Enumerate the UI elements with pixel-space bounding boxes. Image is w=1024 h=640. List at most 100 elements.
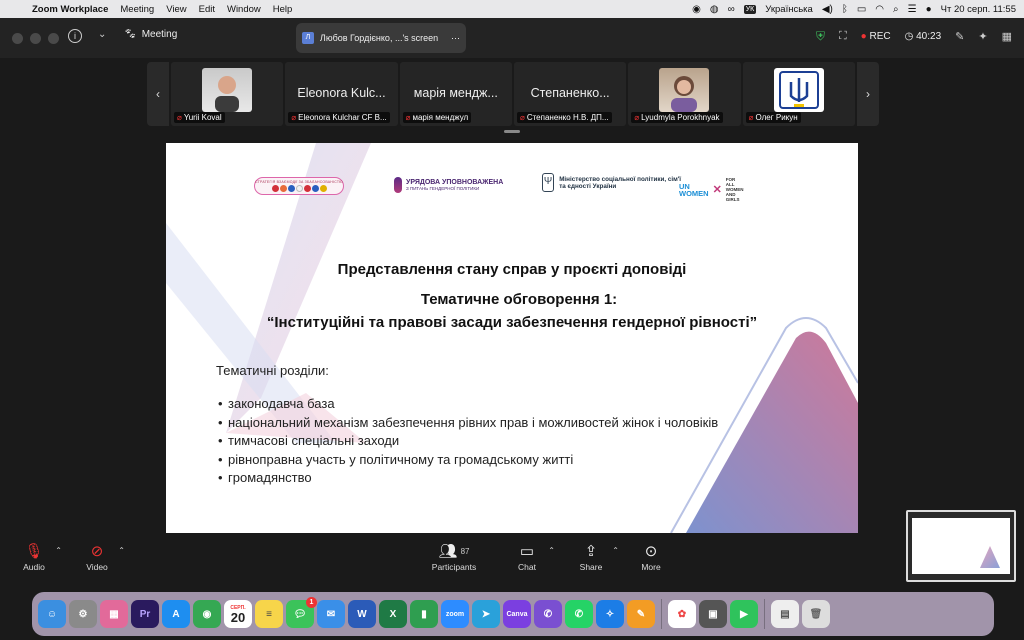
list-item: рівноправна участь у політичному та гром… (228, 451, 718, 470)
window-controls (12, 33, 59, 44)
numbers-icon[interactable]: ▮ (410, 600, 438, 628)
menu-app-name[interactable]: Zoom Workplace (26, 4, 114, 15)
control-center-icon[interactable]: ☰ (908, 4, 917, 15)
mail-icon[interactable]: ✉ (317, 600, 345, 628)
share-button[interactable]: ⇪ Share ⌃ (561, 542, 621, 572)
menu-edit[interactable]: Edit (193, 4, 221, 15)
fullscreen-window-button[interactable] (48, 33, 59, 44)
chevron-right-icon: › (866, 87, 870, 101)
finder-icon[interactable]: ☺ (38, 600, 66, 628)
participant-tile[interactable]: ⌀ Олег Рикун (742, 62, 855, 126)
chevron-up-icon[interactable]: ⌃ (548, 546, 555, 555)
sections-list: законодавча база національний механізм з… (228, 395, 718, 488)
video-button[interactable]: ⊘ Video ⌃ (67, 542, 127, 572)
whatsapp-icon[interactable]: ✆ (565, 600, 593, 628)
list-item: національний механізм забезпечення рівни… (228, 414, 718, 433)
clock[interactable]: Чт 20 серп. 11:55 (941, 4, 1016, 15)
meeting-menu[interactable]: 🐾︎ Meeting (124, 29, 177, 40)
minimize-window-button[interactable] (30, 33, 41, 44)
menu-bar: Zoom Workplace Meeting View Edit Window … (0, 0, 1024, 18)
pages-icon[interactable]: ✎ (627, 600, 655, 628)
participant-name: марія менджул (412, 113, 469, 122)
downloads-folder-icon[interactable]: ▤ (771, 600, 799, 628)
app-store-icon[interactable]: A (162, 600, 190, 628)
chrome-icon[interactable]: ◉ (193, 600, 221, 628)
calendar-icon[interactable]: СЕРП. 20 (224, 600, 252, 628)
viber-icon[interactable]: ✆ (534, 600, 562, 628)
facetime-icon[interactable]: ▶ (730, 600, 758, 628)
preview-icon[interactable]: ▣ (699, 600, 727, 628)
chevron-down-icon[interactable]: ⌄ (98, 29, 106, 40)
participant-name: Eleonora Kulchar CF B... (298, 113, 387, 122)
screen-share-tab[interactable]: Л Любов Гордієнко, ...'s screen ⋯ (296, 23, 466, 53)
notes-icon[interactable]: ≡ (255, 600, 283, 628)
strategy-flags-logo: СТРАТЕГІЯ ВЗАЄМОДІЇ ЗА ЗБАЛАНСОВАНІСТЮ (254, 177, 344, 195)
shared-screen-slide: СТРАТЕГІЯ ВЗАЄМОДІЇ ЗА ЗБАЛАНСОВАНІСТЮ У… (166, 143, 858, 533)
messages-badge: 1 (306, 597, 317, 608)
audio-button[interactable]: 🎙︎ Audio ⌃ (4, 542, 64, 572)
close-window-button[interactable] (12, 33, 23, 44)
menu-help[interactable]: Help (267, 4, 299, 15)
system-settings-icon[interactable]: ⚙ (69, 600, 97, 628)
muted-mic-icon: ⌀ (177, 113, 182, 122)
menu-view[interactable]: View (160, 4, 192, 15)
strip-prev-button[interactable]: ‹ (147, 62, 169, 126)
bluetooth-icon[interactable]: ᛒ (842, 4, 848, 15)
ai-companion-icon[interactable]: ✦ (978, 30, 987, 43)
keyboard-layout-label[interactable]: Українська (765, 4, 813, 15)
volume-icon[interactable]: ◀︎) (822, 4, 833, 15)
word-icon[interactable]: W (348, 600, 376, 628)
trash-icon[interactable]: 🗑︎ (802, 600, 830, 628)
menu-window[interactable]: Window (221, 4, 267, 15)
annotate-pen-icon[interactable]: ✎ (955, 30, 964, 43)
timer-value: 40:23 (916, 31, 942, 42)
telegram-icon[interactable]: ➤ (472, 600, 500, 628)
encryption-shield-icon[interactable]: ⛨ (816, 29, 825, 44)
canva-icon[interactable]: Canva (503, 600, 531, 628)
recording-indicator[interactable]: ● REC (861, 31, 891, 42)
participant-tile[interactable]: Eleonora Kulc... ⌀ Eleonora Kulchar CF B.… (285, 62, 398, 126)
chevron-up-icon[interactable]: ⌃ (612, 546, 619, 555)
excel-icon[interactable]: X (379, 600, 407, 628)
battery-icon[interactable]: ▭ (857, 4, 866, 15)
participant-tile[interactable]: Степаненко... ⌀ Степаненко Н.В. ДП... (513, 62, 627, 126)
focus-mode-icon[interactable]: ⛶ (839, 30, 847, 43)
participant-tile[interactable]: ⌀ Lyudmyla Porokhnyak (628, 62, 741, 126)
safari-icon[interactable]: ✧ (596, 600, 624, 628)
chevron-up-icon[interactable]: ⌃ (55, 546, 62, 555)
strip-next-button[interactable]: › (857, 62, 879, 126)
search-icon[interactable]: ⌕ (893, 4, 899, 15)
screen-share-thumbnail[interactable] (906, 510, 1016, 582)
chat-button[interactable]: ▭ Chat ⌃ (497, 542, 557, 572)
participant-display-name: марія мендж... (413, 86, 498, 100)
messages-icon[interactable]: 💬︎ 1 (286, 597, 317, 628)
more-label: More (641, 562, 661, 572)
participant-label: ⌀ Степаненко Н.В. ДП... (516, 112, 612, 123)
participants-button[interactable]: 👥︎ 87 Participants (424, 542, 484, 572)
participant-tile[interactable]: ⌀ Yurii Koval (171, 62, 284, 126)
keyboard-layout-badge[interactable]: УК (743, 4, 757, 14)
more-button[interactable]: ⊙ More (621, 542, 681, 572)
resize-handle[interactable] (504, 130, 520, 133)
zoom-tray-icon[interactable]: ◍ (710, 4, 719, 15)
menu-meeting[interactable]: Meeting (114, 4, 160, 15)
more-options-icon[interactable]: ⋯ (451, 33, 460, 44)
participant-photo (773, 68, 824, 112)
wifi-icon[interactable]: ◠ (875, 4, 884, 15)
launchpad-icon[interactable]: ▦ (100, 600, 128, 628)
participants-label: Participants (431, 562, 477, 572)
gov-logo-text: УРЯДОВА УПОВНОВАЖЕНА З ПИТАНЬ ГЕНДЕРНОЇ … (406, 179, 503, 191)
chevron-up-icon[interactable]: ⌃ (118, 546, 125, 555)
zoom-icon[interactable]: zoom (441, 600, 469, 628)
creative-cloud-icon[interactable]: ∞ (728, 4, 735, 15)
premiere-pro-icon[interactable]: Pr (131, 600, 159, 628)
participant-tile[interactable]: марія мендж... ⌀ марія менджул (399, 62, 512, 126)
share-label: Share (579, 562, 603, 572)
participants-count: 87 (460, 547, 470, 556)
meeting-info-icon[interactable]: i (68, 29, 82, 43)
view-layout-icon[interactable]: ▦ (1002, 30, 1012, 43)
video-status-icon[interactable]: ◉ (692, 4, 701, 15)
photos-icon[interactable]: ✿ (668, 600, 696, 628)
chat-label: Chat (518, 562, 536, 572)
siri-icon[interactable]: ● (926, 4, 932, 15)
